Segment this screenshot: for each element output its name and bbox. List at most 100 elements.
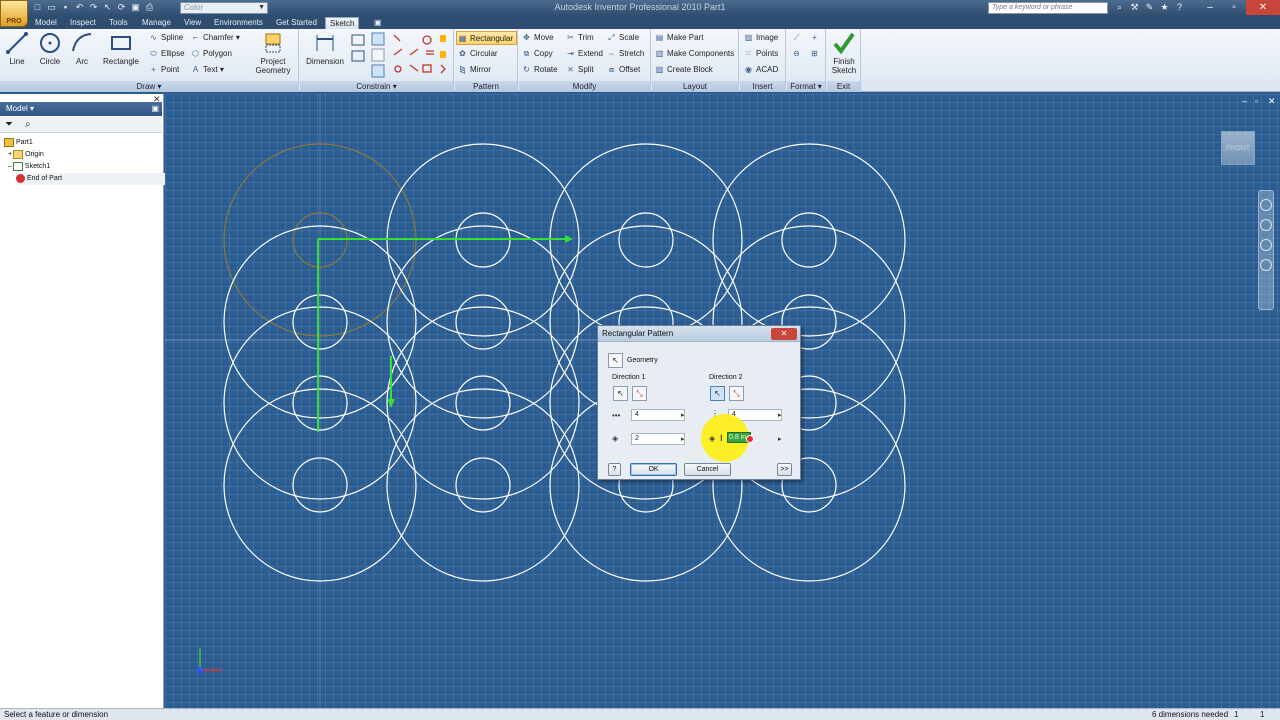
filter-icon[interactable]: ⏷ — [5, 119, 13, 130]
browser-header[interactable]: Model ▾ ▣ — [0, 102, 162, 116]
split-button[interactable]: ⨯ Split — [565, 63, 593, 77]
circular-pattern-button[interactable]: ✿ Circular — [457, 47, 497, 61]
chevron-right-icon[interactable]: ▸ — [681, 411, 685, 419]
save-icon[interactable]: ▪ — [60, 2, 71, 13]
line-button[interactable]: Line — [4, 31, 30, 66]
tree-item-end-of-part[interactable]: End of Part — [16, 173, 172, 185]
steering-wheel-icon[interactable] — [1260, 199, 1272, 211]
orbit-icon[interactable] — [1260, 259, 1272, 271]
mirror-button[interactable]: ⧎ Mirror — [457, 63, 491, 77]
viewcube[interactable]: FRONT — [1221, 131, 1255, 165]
ellipse-button[interactable]: ⬭ Ellipse — [148, 47, 185, 61]
application-menu-button[interactable]: PRO — [0, 0, 28, 27]
scale-button[interactable]: ⤢ Scale — [606, 31, 639, 45]
arc-button[interactable]: Arc — [70, 31, 94, 66]
draw-panel-title[interactable]: Draw ▾ — [0, 81, 298, 92]
create-block-button[interactable]: ▧ Create Block — [654, 63, 713, 77]
rectangular-pattern-button[interactable]: ▦ Rectangular — [456, 31, 518, 45]
tab-tools[interactable]: Tools — [105, 17, 132, 29]
zoom-icon[interactable] — [1260, 239, 1272, 251]
center-point-button[interactable]: ⊖ — [791, 47, 804, 61]
polygon-button[interactable]: ⬡ Polygon — [190, 47, 232, 61]
offset-button[interactable]: ⧈ Offset — [606, 63, 640, 77]
wrench-icon[interactable]: ✎ — [1144, 2, 1155, 13]
acad-button[interactable]: ◉ ACAD — [743, 63, 778, 77]
chamfer-button[interactable]: ⌐ Chamfer ▾ — [190, 31, 240, 45]
dimension-button[interactable]: Dimension — [305, 31, 345, 66]
help-button[interactable]: ? — [608, 463, 621, 476]
color-select[interactable]: Color ▼ — [180, 2, 268, 14]
chevron-right-icon[interactable]: ▸ — [778, 435, 782, 443]
new-icon[interactable]: □ — [32, 2, 43, 13]
tools-icon[interactable]: ⚒ — [1129, 2, 1140, 13]
help-icon[interactable]: ? — [1174, 2, 1185, 13]
update-icon[interactable]: ⟳ — [116, 2, 127, 13]
tree-item-sketch[interactable]: – Sketch1 — [8, 161, 164, 173]
move-button[interactable]: ✥ Move — [521, 31, 553, 45]
pan-icon[interactable] — [1260, 219, 1272, 231]
make-components-button[interactable]: ▥ Make Components — [654, 47, 734, 61]
ribbon-options-icon[interactable]: ▣ — [370, 17, 386, 29]
close-icon[interactable]: ✕ — [1268, 96, 1276, 107]
undo-icon[interactable]: ↶ — [74, 2, 85, 13]
tab-sketch[interactable]: Sketch — [325, 17, 360, 29]
point-button[interactable]: + Point — [148, 63, 179, 77]
text-button[interactable]: A Text ▾ — [190, 63, 224, 77]
direction2-select-button[interactable]: ↖ — [710, 386, 725, 401]
direction2-flip-button[interactable]: ⤡ — [729, 386, 744, 401]
expand-icon[interactable]: + — [8, 151, 12, 158]
cancel-button[interactable]: Cancel — [684, 463, 731, 476]
project-geometry-button[interactable]: Project Geometry — [250, 31, 296, 75]
star-icon[interactable]: ★ — [1159, 2, 1170, 13]
properties-icon[interactable]: ▣ — [130, 2, 141, 13]
search-input[interactable]: Type a keyword or phrase — [988, 2, 1108, 14]
tab-view[interactable]: View — [180, 17, 205, 29]
rectangle-button[interactable]: Rectangle — [101, 31, 141, 66]
navigation-bar[interactable] — [1258, 190, 1274, 310]
spline-button[interactable]: ∿ Spline — [148, 31, 183, 45]
direction1-select-button[interactable]: ↖ — [613, 386, 628, 401]
stretch-button[interactable]: ⇔ Stretch — [606, 47, 645, 61]
binoculars-icon[interactable]: ⌕ — [25, 119, 31, 130]
ok-button[interactable]: OK — [630, 463, 677, 476]
restore-icon[interactable]: ▫ — [1255, 96, 1258, 106]
tree-item-part[interactable]: Part1 — [4, 137, 160, 149]
image-button[interactable]: ▨ Image — [743, 31, 779, 45]
finish-sketch-button[interactable]: Finish Sketch — [829, 31, 859, 75]
open-icon[interactable]: ▭ — [46, 2, 57, 13]
select-icon[interactable]: ↖ — [102, 2, 113, 13]
chevron-right-icon[interactable]: ▸ — [681, 435, 685, 443]
tab-manage[interactable]: Manage — [138, 17, 175, 29]
format-panel-title[interactable]: Format ▾ — [787, 81, 825, 92]
circle-button[interactable]: Circle — [36, 31, 64, 66]
tab-model[interactable]: Model — [31, 17, 61, 29]
print-icon[interactable]: ⎙ — [144, 2, 155, 13]
trim-button[interactable]: ✂ Trim — [565, 31, 594, 45]
maximize-button[interactable]: ▫ — [1222, 0, 1246, 15]
tab-get-started[interactable]: Get Started — [272, 17, 321, 29]
make-part-button[interactable]: ▤ Make Part — [654, 31, 704, 45]
tab-environments[interactable]: Environments — [210, 17, 267, 29]
centerline-button[interactable]: + — [809, 31, 822, 45]
chevron-right-icon[interactable]: ▸ — [778, 411, 782, 419]
redo-icon[interactable]: ↷ — [88, 2, 99, 13]
more-button[interactable]: >> — [777, 463, 792, 476]
browser-menu-icon[interactable]: ▣ — [151, 102, 159, 116]
dialog-close-button[interactable]: ✕ — [771, 328, 797, 340]
rotate-button[interactable]: ↻ Rotate — [521, 63, 557, 77]
points-button[interactable]: ⁙ Points — [743, 47, 778, 61]
minimize-icon[interactable]: – — [1242, 96, 1247, 106]
construction-button[interactable]: ⟋ — [791, 31, 804, 45]
driven-dimension-button[interactable]: ⊞ — [809, 47, 822, 61]
direction1-count-input[interactable]: 4 — [631, 409, 685, 421]
binoculars-icon[interactable]: ⌕ — [1114, 2, 1125, 13]
tab-inspect[interactable]: Inspect — [66, 17, 100, 29]
copy-button[interactable]: ⧉ Copy — [521, 47, 553, 61]
tree-item-origin[interactable]: + Origin — [8, 149, 164, 161]
constrain-panel-title[interactable]: Constrain ▾ — [300, 81, 453, 92]
extend-button[interactable]: ⇥ Extend — [565, 47, 603, 61]
close-button[interactable]: ✕ — [1246, 0, 1280, 15]
direction1-flip-button[interactable]: ⤡ — [632, 386, 647, 401]
direction1-spacing-input[interactable]: 2 — [631, 433, 685, 445]
minimize-button[interactable]: – — [1198, 0, 1222, 15]
